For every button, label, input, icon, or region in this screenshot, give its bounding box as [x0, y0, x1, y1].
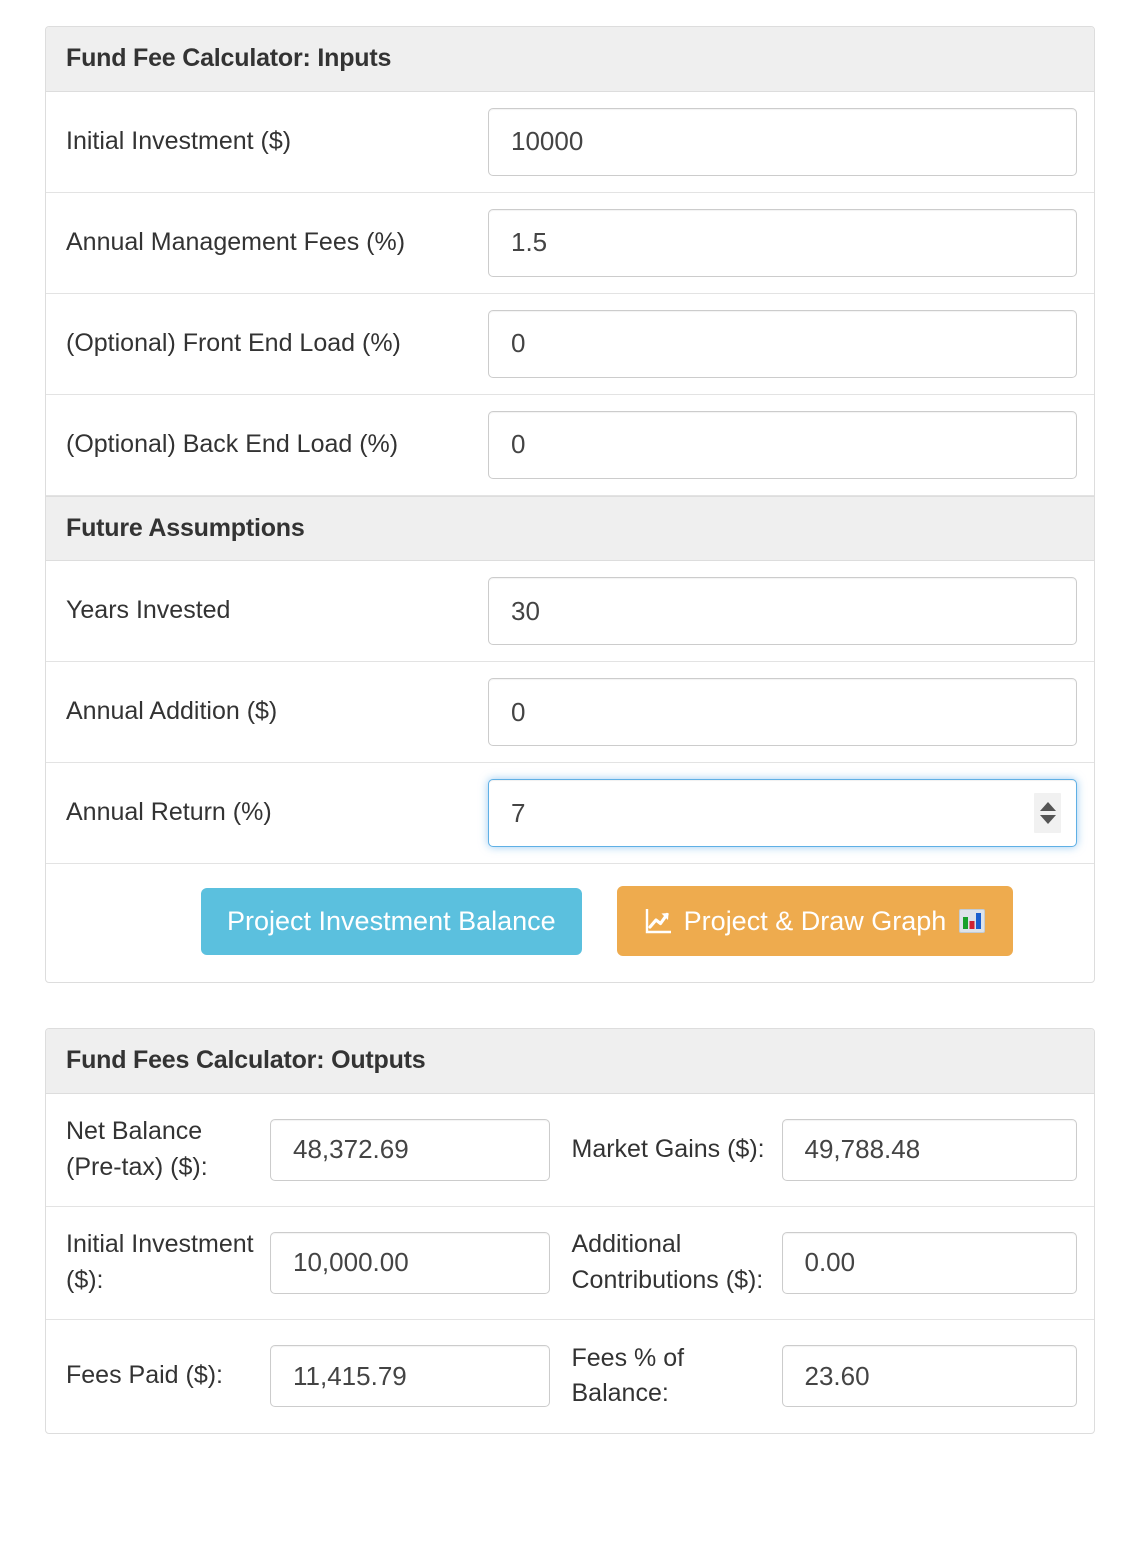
inputs-panel-header: Fund Fee Calculator: Inputs [46, 27, 1094, 92]
field-wrap-years-invested [488, 577, 1077, 645]
outputs-panel: Fund Fees Calculator: Outputs Net Balanc… [45, 1028, 1095, 1434]
number-stepper-annual-return[interactable] [1034, 793, 1061, 833]
future-assumptions-title: Future Assumptions [66, 513, 305, 542]
label-back-end-load: (Optional) Back End Load (%) [66, 429, 399, 458]
field-wrap-fees-percent [781, 1345, 1077, 1407]
field-wrap-annual-addition [488, 678, 1077, 746]
output-cell-fees-percent: Fees % of Balance: [571, 1325, 1077, 1428]
field-wrap-annual-return [488, 779, 1077, 847]
input-back-end-load[interactable] [488, 410, 1077, 479]
field-row-front-end-load: (Optional) Front End Load (%) [46, 294, 1094, 395]
label-annual-addition: Annual Addition ($) [66, 697, 278, 726]
field-row-back-end-load: (Optional) Back End Load (%) [46, 395, 1094, 496]
output-cell-additional-contributions: Additional Contributions ($): [571, 1211, 1077, 1314]
output-fees-percent-of-balance[interactable] [781, 1345, 1077, 1407]
fund-fee-calculator-page: Fund Fee Calculator: Inputs Initial Inve… [0, 0, 1130, 1560]
input-annual-management-fees[interactable] [488, 208, 1077, 277]
output-market-gains[interactable] [781, 1118, 1077, 1181]
future-assumptions-header: Future Assumptions [46, 495, 1094, 561]
field-wrap-output-initial-investment [270, 1231, 572, 1294]
input-annual-addition[interactable] [488, 678, 1077, 746]
field-wrap-back-end-load [488, 410, 1077, 479]
field-wrap-fees-paid [270, 1345, 572, 1407]
field-row-annual-addition: Annual Addition ($) [46, 662, 1094, 763]
field-row-annual-return: Annual Return (%) [46, 763, 1094, 864]
label-output-initial-investment: Initial Investment ($): [66, 1230, 254, 1294]
inputs-panel: Fund Fee Calculator: Inputs Initial Inve… [45, 26, 1095, 983]
chart-increasing-icon [643, 906, 673, 936]
inputs-panel-title: Fund Fee Calculator: Inputs [66, 44, 392, 72]
label-net-balance: Net Balance (Pre-tax) ($): [66, 1117, 208, 1181]
stepper-down-arrow-icon[interactable] [1039, 815, 1056, 824]
output-initial-investment[interactable] [270, 1231, 550, 1294]
output-cell-fees-paid: Fees Paid ($): [66, 1329, 572, 1423]
output-row-balance: Net Balance (Pre-tax) ($): Market Gains … [46, 1094, 1094, 1207]
output-fees-paid[interactable] [270, 1345, 550, 1407]
field-wrap-market-gains [781, 1118, 1077, 1181]
output-cell-initial-investment: Initial Investment ($): [66, 1211, 572, 1314]
label-market-gains: Market Gains ($): [571, 1134, 765, 1163]
input-annual-return[interactable] [488, 779, 1077, 847]
stepper-up-arrow-icon[interactable] [1039, 802, 1056, 811]
label-front-end-load: (Optional) Front End Load (%) [66, 328, 401, 357]
output-row-fees: Fees Paid ($): Fees % of Balance: [46, 1320, 1094, 1433]
field-wrap-front-end-load [488, 309, 1077, 378]
field-row-years-invested: Years Invested [46, 561, 1094, 662]
field-wrap-annual-management-fees [488, 208, 1077, 277]
output-net-balance[interactable] [270, 1118, 550, 1181]
label-years-invested: Years Invested [66, 596, 231, 625]
project-and-draw-graph-button[interactable]: Project & Draw Graph [616, 886, 1014, 956]
input-years-invested[interactable] [488, 577, 1077, 645]
project-and-draw-graph-label: Project & Draw Graph [683, 905, 947, 936]
field-row-annual-management-fees: Annual Management Fees (%) [46, 193, 1094, 294]
output-row-contributions: Initial Investment ($): Additional Contr… [46, 1207, 1094, 1320]
label-fees-percent-of-balance: Fees % of Balance: [571, 1343, 685, 1408]
input-initial-investment[interactable] [488, 107, 1077, 176]
label-annual-return: Annual Return (%) [66, 798, 272, 827]
field-wrap-net-balance [270, 1118, 572, 1181]
outputs-panel-title: Fund Fees Calculator: Outputs [66, 1046, 426, 1074]
bar-chart-icon [957, 906, 987, 936]
label-annual-management-fees: Annual Management Fees (%) [66, 227, 406, 256]
outputs-panel-header: Fund Fees Calculator: Outputs [46, 1029, 1094, 1094]
output-additional-contributions[interactable] [781, 1231, 1077, 1294]
project-investment-balance-button[interactable]: Project Investment Balance [201, 887, 582, 955]
label-fees-paid: Fees Paid ($): [66, 1361, 224, 1390]
field-wrap-additional-contributions [781, 1231, 1077, 1294]
actions-row: Project Investment Balance Project & Dra… [46, 864, 1094, 982]
input-front-end-load[interactable] [488, 309, 1077, 378]
field-wrap-initial-investment [488, 107, 1077, 176]
field-row-initial-investment: Initial Investment ($) [46, 92, 1094, 193]
label-additional-contributions: Additional Contributions ($): [571, 1230, 764, 1294]
label-initial-investment: Initial Investment ($) [66, 126, 292, 155]
output-cell-net-balance: Net Balance (Pre-tax) ($): [66, 1098, 572, 1201]
output-cell-market-gains: Market Gains ($): [571, 1103, 1077, 1197]
